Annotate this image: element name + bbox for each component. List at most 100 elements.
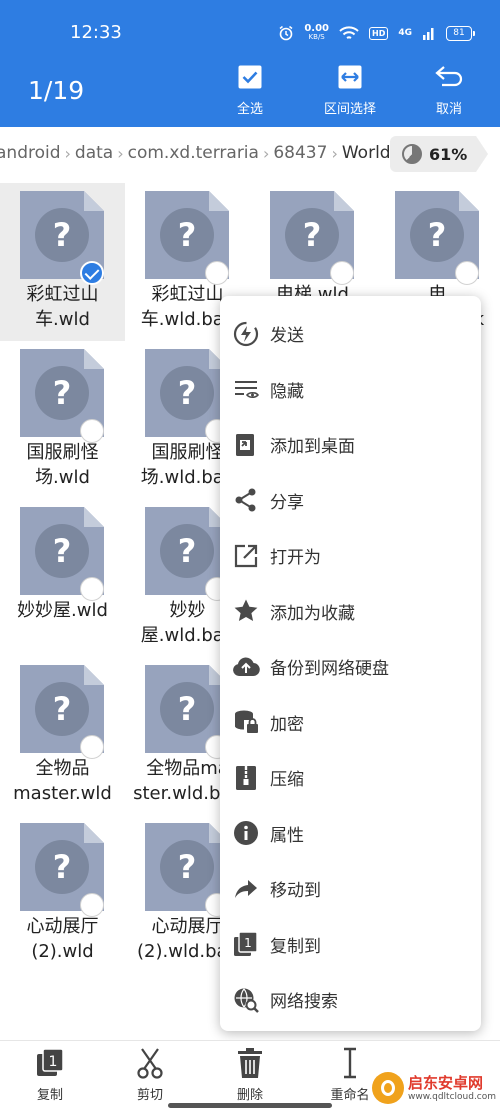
menu-item-share[interactable]: 分享 (220, 473, 481, 528)
menu-item-label: 添加为收藏 (270, 603, 355, 624)
send-icon (232, 320, 260, 348)
star-icon (232, 597, 260, 625)
copy-to-icon: 1 (232, 930, 260, 958)
breadcrumb-item[interactable]: 68437 (273, 143, 327, 163)
file-name: 国服刷怪 场.wld (26, 442, 99, 488)
context-menu: 发送隐藏添加到桌面分享打开为添加为收藏备份到网络硬盘 加密压缩属性移动到 1 复制到网… (220, 296, 481, 1031)
file-item[interactable]: ? 国服刷怪 场.wld (0, 341, 125, 499)
menu-item-label: 复制到 (270, 936, 321, 957)
range-select-button[interactable]: 区间选择 (314, 62, 386, 117)
file-name: 彩虹过山 车.wld (26, 284, 99, 330)
menu-item-label: 打开为 (270, 548, 321, 568)
menu-item-label: 加密 (270, 714, 304, 735)
range-select-label: 区间选择 (323, 102, 376, 117)
alarm-icon (279, 25, 293, 41)
cancel-button[interactable]: 取消 (413, 62, 485, 117)
file-item[interactable]: ? 心动展厅 (2).wld (0, 815, 125, 973)
pie-chart-icon (402, 144, 422, 164)
network-speed: 0.00 KB/S (304, 24, 329, 42)
menu-item-label: 添加到桌面 (270, 437, 355, 457)
chevron-right-icon: › (262, 143, 270, 163)
menu-item-copy-to[interactable]: 1 复制到 (220, 917, 481, 972)
select-all-button[interactable]: 全选 (214, 62, 286, 117)
text-cursor-icon (344, 1047, 356, 1079)
menu-item-move[interactable]: 移动到 (220, 861, 481, 916)
cut-button[interactable]: 剪切 (100, 1046, 200, 1103)
status-icons: 0.00 KB/S HD 4G 81 (278, 22, 475, 44)
file-item[interactable]: ? 妙妙屋.wld (0, 499, 125, 657)
menu-item-label: 网络搜索 (270, 992, 338, 1012)
menu-item-add-to-desktop[interactable]: 添加到桌面 (220, 417, 481, 472)
delete-button[interactable]: 删除 (200, 1046, 300, 1103)
select-all-label: 全选 (236, 102, 263, 117)
cancel-label: 取消 (435, 102, 462, 117)
watermark-url: www.qdltcloud.com (408, 1092, 497, 1102)
selection-count: 1/19 (28, 76, 85, 105)
menu-item-compress[interactable]: 压缩 (220, 750, 481, 805)
menu-item-hide[interactable]: 隐藏 (220, 362, 481, 417)
chevron-right-icon: › (64, 143, 71, 163)
menu-item-open-as[interactable]: 打开为 (220, 528, 481, 583)
move-icon (232, 875, 260, 903)
file-name: 全物品 master.wld (13, 758, 112, 804)
watermark-logo-icon (372, 1072, 404, 1104)
menu-item-star[interactable]: 添加为收藏 (220, 584, 481, 639)
undo-icon (435, 66, 463, 87)
app-header: 12:33 0.00 KB/S HD 4G 81 1/19 全选 区间选择 取消 (0, 0, 500, 127)
file-name: 心动展厅 (2).wld (26, 916, 99, 962)
watermark: 启东安卓网 www.qdltcloud.com (372, 1070, 500, 1110)
menu-item-cloud-upload[interactable]: 备份到网络硬盘 (220, 639, 481, 694)
file-item[interactable]: ? 全物品 master.wld (0, 657, 125, 815)
copy-button[interactable]: 1 复制 (0, 1046, 100, 1103)
copy-icon: 1 (37, 1048, 64, 1076)
scissors-icon (137, 1048, 163, 1079)
battery-level: 81 (453, 27, 465, 38)
chevron-right-icon: › (331, 143, 338, 163)
wifi-icon (339, 26, 359, 39)
network-type: 4G (398, 27, 412, 38)
open-as-icon (232, 542, 260, 570)
encrypt-icon (232, 708, 260, 736)
info-icon (232, 819, 260, 847)
file-item[interactable]: ? 彩虹过山 车.wld (0, 183, 125, 341)
chevron-right-icon: › (117, 143, 124, 163)
menu-item-label: 发送 (270, 326, 304, 346)
cloud-upload-icon (232, 653, 260, 681)
menu-item-encrypt[interactable]: 加密 (220, 695, 481, 750)
copy-label: 复制 (36, 1088, 63, 1103)
watermark-text: 启东安卓网 (408, 1074, 484, 1092)
svg-text:1: 1 (49, 1054, 58, 1070)
battery-icon: 81 (446, 25, 475, 41)
svg-text:1: 1 (244, 936, 252, 950)
share-icon (232, 486, 260, 514)
menu-item-label: 隐藏 (270, 381, 304, 402)
delete-label: 删除 (236, 1088, 263, 1103)
menu-item-label: 分享 (270, 492, 304, 513)
home-indicator[interactable] (168, 1103, 332, 1108)
signal-icon (423, 28, 434, 40)
menu-item-label: 属性 (270, 825, 304, 846)
breadcrumb-item[interactable]: com.xd.terraria (128, 143, 259, 163)
compress-icon (232, 764, 260, 792)
menu-item-label: 备份到网络硬盘 (270, 659, 389, 679)
cut-label: 剪切 (136, 1088, 163, 1103)
breadcrumb-item[interactable]: android (0, 143, 61, 163)
add-to-desktop-icon (232, 431, 260, 459)
hide-icon (232, 375, 260, 403)
menu-item-label: 移动到 (270, 881, 321, 901)
status-time: 12:33 (70, 22, 122, 43)
storage-usage-button[interactable]: 61% (390, 136, 488, 172)
network-speed-unit: KB/S (308, 33, 325, 41)
menu-item-send[interactable]: 发送 (220, 306, 481, 361)
menu-item-label: 压缩 (270, 770, 304, 790)
hd-badge: HD (369, 26, 389, 40)
web-search-icon (232, 986, 260, 1014)
menu-item-web-search[interactable]: 网络搜索 (220, 972, 481, 1027)
file-name: 妙妙屋.wld (17, 600, 108, 621)
check-square-icon (238, 65, 262, 89)
breadcrumb-item[interactable]: data (75, 143, 113, 163)
range-select-icon (338, 65, 362, 89)
network-speed-value: 0.00 (304, 23, 329, 34)
trash-icon (238, 1048, 262, 1078)
menu-item-info[interactable]: 属性 (220, 806, 481, 861)
